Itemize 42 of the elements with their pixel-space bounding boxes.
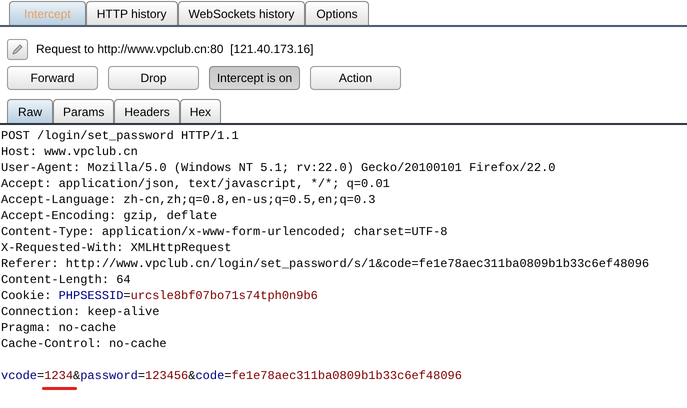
tab[interactable]: Headers [114, 99, 180, 123]
action-button[interactable]: Intercept is on [209, 66, 300, 90]
code-text: Content-Length: 64 [1, 272, 131, 288]
code-text: Host: www.vpclub.cn [1, 144, 138, 160]
tab[interactable]: Hex [180, 99, 222, 123]
param-name: vcode [1, 368, 38, 384]
code-text: = [224, 368, 232, 384]
code-text: & [188, 368, 196, 384]
param-value: urcsle8bf07bo71s74tph0n9b6 [130, 288, 318, 304]
tab[interactable]: HTTP history [86, 1, 178, 25]
param-name: password [80, 368, 138, 384]
code-text: Referer: http://www.vpclub.cn/login/set_password/s/1&code=fe1e78aec311ba0809b1b33c6ef48096 [1, 256, 650, 272]
code-text: Accept: application/json, text/javascript, */*; q=0.01 [1, 176, 390, 192]
param-name: code [195, 368, 224, 384]
action-button[interactable]: Forward [7, 66, 98, 90]
code-text: Accept-Language: zh-cn,zh;q=0.8,en-us;q=0.5,en;q=0.3 [1, 192, 376, 208]
param-value: fe1e78aec311ba0809b1b33c6ef48096 [231, 368, 462, 384]
tab[interactable]: Params [53, 99, 114, 123]
code-text: User-Agent: Mozilla/5.0 (Windows NT 5.1; rv:22.0) Gecko/20100101 Firefox/22.0 [1, 160, 556, 176]
code-text: Cookie: [1, 288, 52, 304]
code-text: = [37, 368, 44, 384]
param-value: 123456 [145, 368, 188, 384]
code-text: Cache-Control: no-cache [1, 336, 167, 352]
param-value: 1234 [44, 369, 74, 383]
action-button[interactable]: Drop [108, 66, 199, 90]
code-text: = [123, 288, 131, 304]
code-text: Pragma: no-cache [1, 320, 116, 336]
request-info: Request to http://www.vpclub.cn:80 [121.40.173.16] [36, 41, 314, 58]
code-text: Connection: keep-alive [1, 304, 160, 320]
edit-button[interactable] [7, 38, 28, 60]
code-text: POST /login/set_password HTTP/1.1 [1, 128, 239, 144]
code-text: Content-Type: application/x-www-form-urlencoded; charset=UTF-8 [1, 224, 448, 240]
code-text: = [138, 368, 146, 384]
code-text: & [73, 368, 80, 384]
code-text: Accept-Encoding: gzip, deflate [1, 208, 218, 224]
tab[interactable]: Options [305, 1, 369, 25]
action-button[interactable]: Action [310, 66, 401, 90]
code-text: X-Requested-With: XMLHttpRequest [1, 240, 232, 256]
tab[interactable]: WebSockets history [178, 1, 306, 25]
pencil-icon [11, 42, 24, 56]
param-name: PHPSESSID [58, 288, 124, 304]
tab[interactable]: Raw [7, 99, 54, 123]
